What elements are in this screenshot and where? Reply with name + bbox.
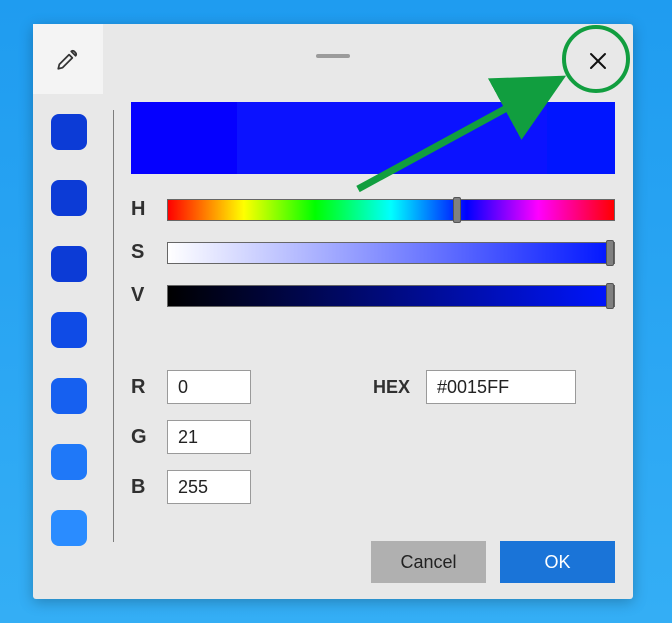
hex-block: HEX <box>373 370 576 404</box>
hue-slider[interactable] <box>167 199 615 221</box>
eyedropper-icon <box>55 46 81 72</box>
swatch[interactable] <box>51 246 87 282</box>
swatch[interactable] <box>51 180 87 216</box>
swatch[interactable] <box>51 444 87 480</box>
blue-input[interactable] <box>167 470 251 504</box>
value-slider[interactable] <box>167 285 615 307</box>
main-panel: H S V R <box>113 102 615 583</box>
ok-button[interactable]: OK <box>500 541 615 583</box>
eyedropper-button[interactable] <box>33 24 103 94</box>
hue-slider-thumb[interactable] <box>453 197 461 223</box>
value-label: V <box>131 284 149 307</box>
value-slider-row: V <box>131 284 615 307</box>
hsv-sliders: H S V <box>131 198 615 307</box>
green-label: G <box>131 426 149 449</box>
saturation-label: S <box>131 241 149 264</box>
green-row: G <box>131 420 251 454</box>
saturation-slider[interactable] <box>167 242 615 264</box>
swatch[interactable] <box>51 114 87 150</box>
hue-label: H <box>131 198 149 221</box>
saturation-slider-row: S <box>131 241 615 264</box>
blue-label: B <box>131 476 149 499</box>
red-row: R <box>131 370 251 404</box>
hex-input[interactable] <box>426 370 576 404</box>
drag-handle[interactable] <box>316 54 350 58</box>
color-picker-dialog: H S V R <box>33 24 633 599</box>
preview-previous <box>131 102 237 174</box>
green-input[interactable] <box>167 420 251 454</box>
swatch[interactable] <box>51 312 87 348</box>
blue-row: B <box>131 470 251 504</box>
hex-label: HEX <box>373 377 410 398</box>
title-bar <box>33 24 633 94</box>
red-label: R <box>131 376 149 399</box>
preview-mid <box>237 102 547 174</box>
preview-current <box>547 102 615 174</box>
close-button[interactable] <box>581 44 615 78</box>
recent-swatches <box>39 114 99 546</box>
saturation-slider-thumb[interactable] <box>606 240 614 266</box>
red-input[interactable] <box>167 370 251 404</box>
swatch[interactable] <box>51 378 87 414</box>
rgb-inputs: R G B <box>131 370 251 504</box>
cancel-button[interactable]: Cancel <box>371 541 486 583</box>
close-icon <box>589 52 607 70</box>
dialog-buttons: Cancel OK <box>371 541 615 583</box>
vertical-divider <box>113 110 114 542</box>
color-preview <box>131 102 615 174</box>
value-slider-thumb[interactable] <box>606 283 614 309</box>
hue-slider-row: H <box>131 198 615 221</box>
swatch[interactable] <box>51 510 87 546</box>
